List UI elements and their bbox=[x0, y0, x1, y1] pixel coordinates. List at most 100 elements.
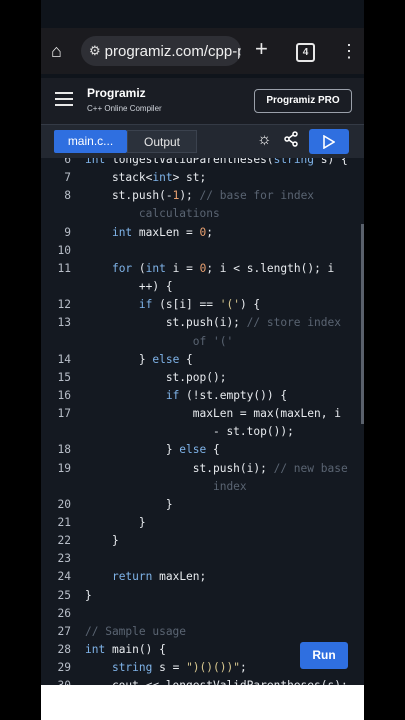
site-header: Programiz C++ Online Compiler Programiz … bbox=[41, 78, 364, 124]
editor-scrollbar[interactable] bbox=[361, 224, 364, 424]
programiz-logo[interactable]: Programiz bbox=[87, 86, 146, 100]
code-text: cout << longestValidParentheses(s); bbox=[85, 677, 348, 685]
compiler-subtitle: C++ Online Compiler bbox=[87, 104, 162, 113]
line-number: 8 bbox=[64, 189, 71, 203]
code-text: // Sample usage bbox=[85, 624, 187, 638]
code-line[interactable]: 30 cout << longestValidParentheses(s); bbox=[41, 677, 364, 685]
code-line[interactable]: 23 bbox=[41, 550, 364, 568]
menu-icon[interactable] bbox=[55, 92, 73, 110]
line-number: 18 bbox=[57, 443, 71, 457]
code-text: int maxLen = 0; bbox=[111, 225, 214, 239]
line-number: 13 bbox=[57, 316, 71, 330]
share-icon[interactable] bbox=[283, 131, 299, 152]
tab-switcher-icon[interactable]: 4 bbox=[296, 43, 315, 62]
code-line[interactable]: 7 stack<int> st; bbox=[41, 169, 364, 187]
new-tab-icon[interactable]: + bbox=[255, 38, 268, 60]
theme-toggle-icon[interactable]: ☼ bbox=[257, 131, 272, 149]
code-line[interactable]: 18 } else { bbox=[41, 441, 364, 459]
code-line[interactable]: index bbox=[41, 478, 364, 496]
line-number: 7 bbox=[64, 171, 71, 185]
code-text: st.push(-1); // base for index bbox=[85, 189, 315, 203]
line-number: 27 bbox=[57, 624, 71, 638]
editor-tab-bar: main.c... Output ☼ bbox=[41, 124, 364, 159]
code-line[interactable]: 8 st.push(-1); // base for index bbox=[41, 187, 364, 205]
code-text: int longestValidParentheses(string s) { bbox=[85, 158, 348, 166]
code-editor[interactable]: 6 int longestValidParentheses(string s) {… bbox=[41, 158, 364, 685]
line-number: 22 bbox=[57, 534, 71, 548]
tab-main-file[interactable]: main.c... bbox=[54, 130, 127, 153]
code-line[interactable]: ++) { bbox=[41, 278, 364, 296]
line-number: 20 bbox=[57, 497, 71, 511]
run-play-button[interactable] bbox=[309, 129, 349, 154]
code-text: } bbox=[85, 588, 92, 602]
code-line[interactable]: 27 // Sample usage bbox=[41, 623, 364, 641]
address-bar[interactable]: ⚙ programiz.com/cpp-p bbox=[81, 36, 241, 66]
code-line[interactable]: - st.top()); bbox=[41, 423, 364, 441]
site-settings-icon[interactable]: ⚙ bbox=[89, 43, 101, 59]
line-number: 14 bbox=[57, 352, 71, 366]
code-text: if (!st.empty()) { bbox=[165, 388, 288, 402]
code-line[interactable]: 12 if (s[i] == '(') { bbox=[41, 296, 364, 314]
code-text: st.push(i); // new base bbox=[85, 461, 348, 475]
code-text: return maxLen; bbox=[111, 570, 207, 584]
line-number: 11 bbox=[57, 261, 71, 275]
code-text: of '(' bbox=[85, 334, 234, 348]
code-text: st.push(i); // store index bbox=[85, 316, 341, 330]
code-line[interactable]: 13 st.push(i); // store index bbox=[41, 314, 364, 332]
code-text: ++) { bbox=[85, 280, 173, 294]
code-line[interactable]: 19 st.push(i); // new base bbox=[41, 460, 364, 478]
line-number: 23 bbox=[57, 552, 71, 566]
code-line[interactable]: 6 int longestValidParentheses(string s) { bbox=[41, 158, 364, 169]
browser-toolbar: ⌂ ⚙ programiz.com/cpp-p + 4 ⋮ bbox=[41, 28, 364, 74]
phone-screen: ⌂ ⚙ programiz.com/cpp-p + 4 ⋮ Programiz … bbox=[41, 0, 364, 720]
code-text: index bbox=[85, 479, 247, 493]
code-text: st.pop(); bbox=[85, 370, 227, 384]
line-number: 16 bbox=[57, 388, 71, 402]
code-line[interactable]: 24 return maxLen; bbox=[41, 568, 364, 586]
more-menu-icon[interactable]: ⋮ bbox=[340, 41, 358, 61]
code-text: maxLen = max(maxLen, i bbox=[85, 407, 341, 421]
line-number: 19 bbox=[57, 461, 71, 475]
home-icon[interactable]: ⌂ bbox=[51, 41, 62, 61]
code-line[interactable]: 21 } bbox=[41, 514, 364, 532]
tab-output[interactable]: Output bbox=[127, 130, 197, 153]
url-text: programiz.com/cpp-p bbox=[104, 42, 241, 60]
code-text: - st.top()); bbox=[85, 425, 294, 439]
line-number: 9 bbox=[64, 225, 71, 239]
code-line[interactable]: 15 st.pop(); bbox=[41, 369, 364, 387]
code-line[interactable]: 26 bbox=[41, 605, 364, 623]
code-line[interactable]: 14 } else { bbox=[41, 351, 364, 369]
line-number: 24 bbox=[57, 570, 71, 584]
code-text: } bbox=[85, 497, 173, 511]
code-line[interactable]: 11 for (int i = 0; i < s.length(); i bbox=[41, 260, 364, 278]
code-line[interactable]: 17 maxLen = max(maxLen, i bbox=[41, 405, 364, 423]
code-line[interactable]: 25} bbox=[41, 587, 364, 605]
line-number: 30 bbox=[41, 677, 71, 685]
code-text: calculations bbox=[85, 207, 220, 221]
line-number: 17 bbox=[57, 407, 71, 421]
line-number: 12 bbox=[57, 298, 71, 312]
code-text: int main() { bbox=[85, 643, 166, 657]
code-text: } else { bbox=[85, 443, 220, 457]
line-number: 28 bbox=[57, 643, 71, 657]
code-line[interactable]: 22 } bbox=[41, 532, 364, 550]
run-button[interactable]: Run bbox=[300, 642, 348, 669]
line-number: 6 bbox=[64, 158, 71, 166]
line-number: 26 bbox=[57, 606, 71, 620]
line-number: 10 bbox=[57, 243, 71, 257]
code-text: for (int i = 0; i < s.length(); i bbox=[111, 261, 335, 275]
programiz-pro-button[interactable]: Programiz PRO bbox=[254, 89, 352, 113]
code-text: } bbox=[85, 534, 119, 548]
code-line[interactable]: 20 } bbox=[41, 496, 364, 514]
code-line[interactable]: of '(' bbox=[41, 333, 364, 351]
code-line[interactable]: 10 bbox=[41, 242, 364, 260]
line-number: 21 bbox=[57, 516, 71, 529]
code-text: } bbox=[85, 516, 146, 529]
line-number: 29 bbox=[57, 661, 71, 675]
code-text: stack<int> st; bbox=[85, 171, 207, 185]
bottom-bar bbox=[41, 685, 364, 720]
code-text: string s = ")()())"; bbox=[111, 661, 247, 675]
code-line[interactable]: 9 int maxLen = 0; bbox=[41, 224, 364, 242]
code-line[interactable]: calculations bbox=[41, 205, 364, 223]
code-line[interactable]: 16 if (!st.empty()) { bbox=[41, 387, 364, 405]
